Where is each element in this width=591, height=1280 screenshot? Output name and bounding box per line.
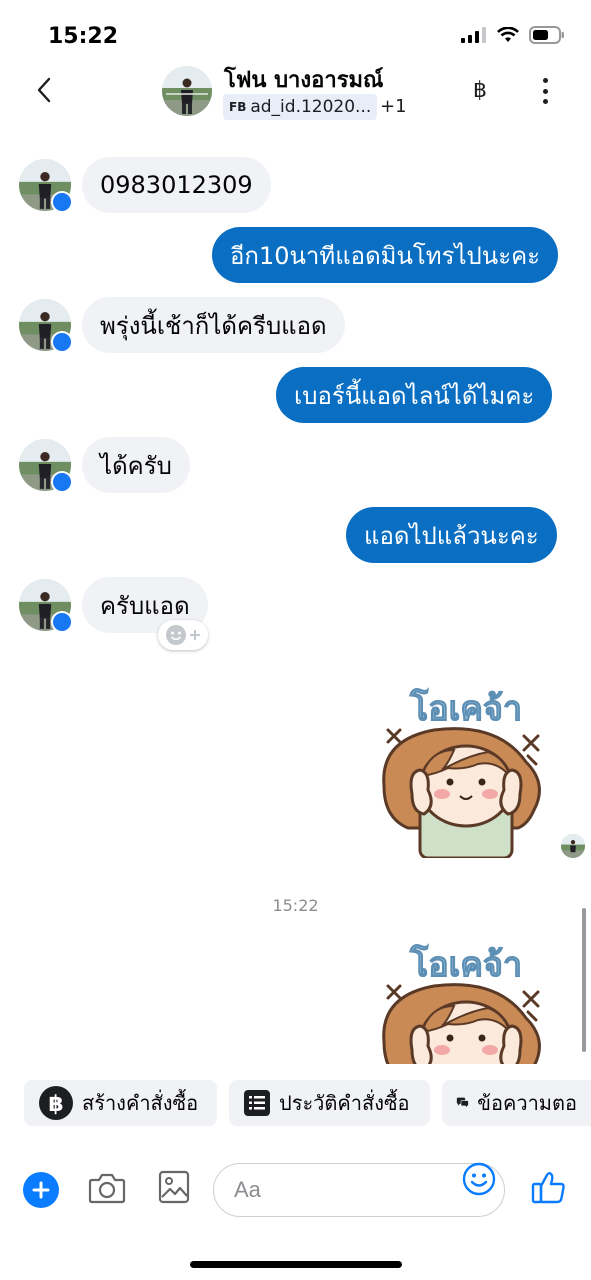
wifi-icon xyxy=(497,27,519,42)
sender-avatar[interactable] xyxy=(19,579,73,633)
status-time: 15:22 xyxy=(48,24,119,49)
ok-girl-sticker: โอเคจ้า xyxy=(382,688,541,860)
saved-replies-label: ข้อความตอ xyxy=(477,1091,577,1115)
quick-actions-bar: ฿ สร้างคำสั่งซื้อ ประวัติคำสั่งซื้อ ข้อค… xyxy=(0,1064,591,1150)
create-order-button[interactable]: ฿ สร้างคำสั่งซื้อ xyxy=(24,1080,217,1126)
dot xyxy=(542,78,548,83)
emoji-icon xyxy=(462,1162,496,1196)
more-actions-button[interactable] xyxy=(23,1172,59,1208)
gallery-button[interactable] xyxy=(158,1170,190,1208)
order-list-icon xyxy=(244,1090,270,1116)
messenger-badge-icon xyxy=(51,611,73,633)
ad-label: ad_id.12020... xyxy=(250,97,372,117)
battery-icon xyxy=(529,26,564,44)
add-reaction-button[interactable] xyxy=(158,620,208,650)
contact-avatar[interactable] xyxy=(162,66,212,116)
emoji-button[interactable] xyxy=(462,1162,496,1200)
back-button[interactable] xyxy=(28,74,60,106)
chevron-left-icon xyxy=(37,77,51,103)
messenger-badge-icon xyxy=(51,471,73,493)
incoming-message[interactable]: 0983012309 xyxy=(82,157,271,213)
ok-girl-sticker: โอเคจ้า xyxy=(382,944,541,1066)
extra-tags-count[interactable]: +1 xyxy=(380,96,407,117)
sender-avatar[interactable] xyxy=(19,159,73,213)
plus-icon xyxy=(32,1181,50,1199)
dot xyxy=(542,88,548,94)
saved-replies-button[interactable]: ข้อความตอ xyxy=(442,1080,591,1126)
message-timestamp: 15:22 xyxy=(272,896,319,915)
sticker-message[interactable]: โอเคจ้า xyxy=(378,934,554,1066)
conversation-header: โฟน บางอารมณ์ FB ad_id.12020... +1 ฿ xyxy=(0,58,591,128)
image-icon xyxy=(158,1170,190,1204)
svg-text:โอเคจ้า: โอเคจ้า xyxy=(409,688,522,729)
home-indicator xyxy=(190,1261,402,1268)
sticker-message[interactable]: โอเคจ้า xyxy=(378,678,554,862)
sender-avatar[interactable] xyxy=(19,299,73,353)
contact-name[interactable]: โฟน บางอารมณ์ xyxy=(224,62,383,97)
plus-icon xyxy=(190,630,200,640)
baht-circle-icon: ฿ xyxy=(39,1086,73,1120)
more-options-button[interactable] xyxy=(532,74,558,108)
messenger-badge-icon xyxy=(51,331,73,353)
thumbs-up-icon xyxy=(531,1172,565,1204)
outgoing-message[interactable]: อีก10นาทีแอดมินโทรไปนะคะ xyxy=(212,227,559,283)
messenger-badge-icon xyxy=(51,191,73,213)
dot xyxy=(542,99,548,104)
message-composer xyxy=(0,1150,591,1234)
like-button[interactable] xyxy=(531,1170,567,1210)
camera-icon xyxy=(88,1173,126,1204)
message-input[interactable] xyxy=(234,1174,454,1206)
source-tag: FB xyxy=(229,100,247,114)
ad-tag-chip[interactable]: FB ad_id.12020... xyxy=(223,94,378,120)
payment-button[interactable]: ฿ xyxy=(466,74,494,106)
status-icons xyxy=(461,26,565,44)
svg-text:โอเคจ้า: โอเคจ้า xyxy=(409,944,522,985)
seen-receipt-avatar xyxy=(561,834,585,858)
chat-bubbles-icon xyxy=(456,1097,469,1109)
svg-text:฿: ฿ xyxy=(48,1092,63,1117)
incoming-message[interactable]: ได้ครับ xyxy=(82,437,190,493)
incoming-message[interactable]: พรุ่งนี้เช้าก็ได้ครีบแอด xyxy=(82,297,345,353)
status-bar: 15:22 xyxy=(0,0,591,66)
order-history-label: ประวัติคำสั่งซื้อ xyxy=(279,1091,410,1115)
avatar-photo xyxy=(162,66,212,116)
outgoing-message[interactable]: เบอร์นี้แอดไลน์ได้ไมคะ xyxy=(276,367,553,423)
order-history-button[interactable]: ประวัติคำสั่งซื้อ xyxy=(229,1080,430,1126)
camera-button[interactable] xyxy=(88,1172,126,1208)
sender-avatar[interactable] xyxy=(19,439,73,493)
scrollbar[interactable] xyxy=(582,908,586,1052)
cellular-signal-icon xyxy=(461,27,486,43)
outgoing-message[interactable]: แอดไปแล้วนะคะ xyxy=(346,507,557,563)
smiley-icon xyxy=(166,625,186,645)
create-order-label: สร้างคำสั่งซื้อ xyxy=(82,1091,199,1115)
